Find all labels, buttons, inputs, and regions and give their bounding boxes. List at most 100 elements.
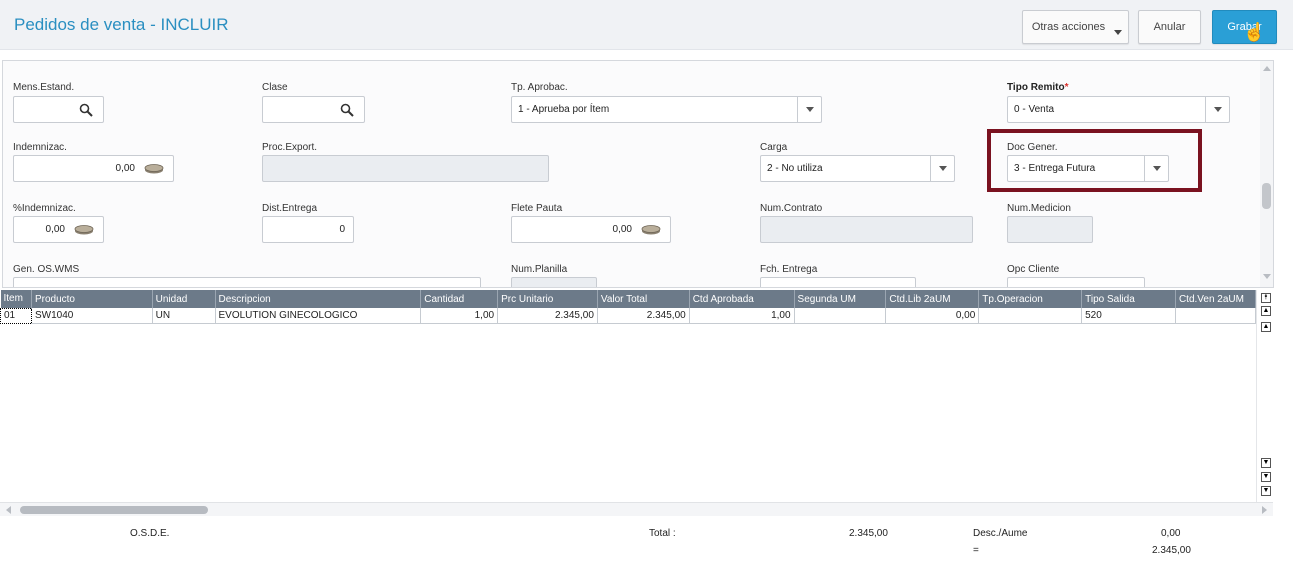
proc-export-field[interactable] bbox=[262, 155, 549, 182]
form-scrollbar[interactable] bbox=[1260, 61, 1273, 287]
proc-export-label: Proc.Export. bbox=[262, 142, 318, 153]
table-row[interactable]: 01 SW1040 UN EVOLUTION GINECOLOGICO 1,00 2.34… bbox=[0, 307, 1257, 324]
table-cell[interactable] bbox=[978, 308, 1083, 324]
chevron-down-icon[interactable] bbox=[1205, 97, 1229, 122]
net-total-value: 2.345,00 bbox=[1152, 545, 1191, 556]
column-header[interactable]: Tp.Operacion bbox=[978, 290, 1083, 308]
items-table: Item Producto Unidad Descripcion Cantidad Prc… bbox=[0, 290, 1257, 324]
fch-entrega-field[interactable] bbox=[760, 277, 916, 287]
table-cell[interactable]: 2.345,00 bbox=[497, 308, 598, 324]
table-cell[interactable]: 1,00 bbox=[420, 308, 499, 324]
scroll-thumb[interactable] bbox=[20, 506, 208, 514]
total-value: 2.345,00 bbox=[849, 528, 888, 539]
column-header[interactable]: Producto bbox=[31, 290, 153, 308]
page-down-icon[interactable]: ▼ bbox=[1261, 472, 1271, 482]
pct-indemnizac-label: %Indemnizac. bbox=[13, 203, 76, 214]
search-icon[interactable] bbox=[340, 103, 354, 117]
mens-estand-field[interactable] bbox=[13, 96, 104, 123]
scroll-down-icon[interactable] bbox=[1263, 274, 1271, 279]
table-cell[interactable]: 520 bbox=[1081, 308, 1176, 324]
table-cell[interactable]: 01 bbox=[0, 307, 32, 324]
num-medicion-field[interactable] bbox=[1007, 216, 1093, 243]
column-header[interactable]: Ctd.Ven 2aUM bbox=[1175, 290, 1257, 308]
scroll-down-icon[interactable]: ▼ bbox=[1261, 458, 1271, 468]
search-icon[interactable] bbox=[79, 103, 93, 117]
gen-os-wms-select[interactable] bbox=[13, 277, 481, 287]
page-header: Pedidos de venta - INCLUIR Otras accione… bbox=[0, 0, 1293, 50]
scroll-up-icon[interactable]: ▲ bbox=[1261, 322, 1271, 332]
flete-pauta-label: Flete Pauta bbox=[511, 203, 563, 214]
coins-icon[interactable] bbox=[143, 163, 165, 175]
scroll-top-icon[interactable]: ⯭ bbox=[1261, 293, 1271, 303]
num-contrato-field[interactable] bbox=[760, 216, 973, 243]
required-mark: * bbox=[1064, 82, 1069, 93]
table-cell[interactable]: EVOLUTION GINECOLOGICO bbox=[215, 308, 422, 324]
scroll-right-icon[interactable] bbox=[1262, 506, 1267, 514]
tp-aprobac-select[interactable]: 1 - Aprueba por Ítem bbox=[511, 96, 822, 123]
column-header[interactable]: Cantidad bbox=[420, 290, 499, 308]
column-header[interactable]: Prc Unitario bbox=[497, 290, 598, 308]
other-actions-button[interactable]: Otras acciones bbox=[1022, 10, 1129, 44]
total-label: Total : bbox=[649, 528, 676, 539]
coins-icon[interactable] bbox=[73, 224, 95, 236]
totals-footer: O.S.D.E. Total : 2.345,00 Desc./Aume 0,0… bbox=[0, 517, 1293, 588]
table-cell[interactable] bbox=[1175, 308, 1257, 324]
column-header[interactable]: Ctd.Lib 2aUM bbox=[885, 290, 980, 308]
page-title: Pedidos de venta - INCLUIR bbox=[14, 15, 229, 34]
table-cell[interactable]: SW1040 bbox=[31, 308, 153, 324]
table-cell[interactable]: UN bbox=[152, 308, 216, 324]
tipo-remito-label: Tipo Remito* bbox=[1007, 82, 1069, 93]
cancel-button[interactable]: Anular bbox=[1138, 10, 1201, 44]
desc-aume-label: Desc./Aume bbox=[973, 528, 1028, 539]
indemnizac-label: Indemnizac. bbox=[13, 142, 67, 153]
page-up-icon[interactable]: ▲ bbox=[1261, 306, 1271, 316]
table-cell[interactable]: 1,00 bbox=[689, 308, 795, 324]
num-planilla-label: Num.Planilla bbox=[511, 264, 568, 275]
table-cell[interactable]: 0,00 bbox=[885, 308, 980, 324]
column-header[interactable]: Descripcion bbox=[215, 290, 422, 308]
num-contrato-label: Num.Contrato bbox=[760, 203, 823, 214]
table-cell[interactable] bbox=[794, 308, 887, 324]
column-header[interactable]: Segunda UM bbox=[794, 290, 887, 308]
scroll-up-icon[interactable] bbox=[1263, 66, 1271, 71]
client-name: O.S.D.E. bbox=[130, 528, 170, 539]
fch-entrega-label: Fch. Entrega bbox=[760, 264, 818, 275]
hand-cursor-icon: ☝ bbox=[1243, 22, 1266, 42]
scroll-thumb[interactable] bbox=[1262, 183, 1271, 209]
chevron-down-icon[interactable] bbox=[797, 97, 821, 122]
flete-pauta-field[interactable]: 0,00 bbox=[511, 216, 671, 243]
tp-aprobac-label: Tp. Aprobac. bbox=[511, 82, 568, 93]
carga-select[interactable]: 2 - No utiliza bbox=[760, 155, 955, 182]
order-header-form: Mens.Estand. Clase Tp. Aprobac. 1 - Apru… bbox=[2, 60, 1274, 288]
dist-entrega-label: Dist.Entrega bbox=[262, 203, 318, 214]
desc-aume-value: 0,00 bbox=[1161, 528, 1181, 539]
net-total-label: = bbox=[973, 545, 979, 556]
column-header[interactable]: Item bbox=[0, 290, 32, 308]
chevron-down-icon[interactable] bbox=[930, 156, 954, 181]
num-medicion-label: Num.Medicion bbox=[1007, 203, 1071, 214]
mens-estand-label: Mens.Estand. bbox=[13, 82, 75, 93]
chevron-down-icon bbox=[1114, 30, 1122, 35]
indemnizac-field[interactable]: 0,00 bbox=[13, 155, 174, 182]
gen-os-wms-label: Gen. OS.WMS bbox=[13, 264, 80, 275]
items-grid: Item Producto Unidad Descripcion Cantidad Prc… bbox=[0, 290, 1257, 502]
clase-field[interactable] bbox=[262, 96, 365, 123]
table-cell[interactable]: 2.345,00 bbox=[597, 308, 690, 324]
scroll-left-icon[interactable] bbox=[6, 506, 11, 514]
opc-cliente-select[interactable] bbox=[1007, 277, 1145, 287]
highlight-box bbox=[987, 129, 1202, 192]
scroll-bottom-icon[interactable]: ▼ bbox=[1261, 486, 1271, 496]
carga-label: Carga bbox=[760, 142, 788, 153]
coins-icon[interactable] bbox=[640, 224, 662, 236]
dist-entrega-field[interactable]: 0 bbox=[262, 216, 354, 243]
opc-cliente-label: Opc Cliente bbox=[1007, 264, 1060, 275]
column-header[interactable]: Tipo Salida bbox=[1081, 290, 1176, 308]
column-header[interactable]: Ctd Aprobada bbox=[689, 290, 795, 308]
column-header[interactable]: Unidad bbox=[152, 290, 216, 308]
grid-horizontal-scrollbar[interactable] bbox=[0, 502, 1273, 516]
column-header[interactable]: Valor Total bbox=[597, 290, 690, 308]
grid-scrollbar[interactable]: ⯭ ▲ ▲ ▼ ▼ ▼ bbox=[1259, 290, 1273, 502]
pct-indemnizac-field[interactable]: 0,00 bbox=[13, 216, 104, 243]
tipo-remito-select[interactable]: 0 - Venta bbox=[1007, 96, 1230, 123]
num-planilla-field[interactable] bbox=[511, 277, 597, 287]
